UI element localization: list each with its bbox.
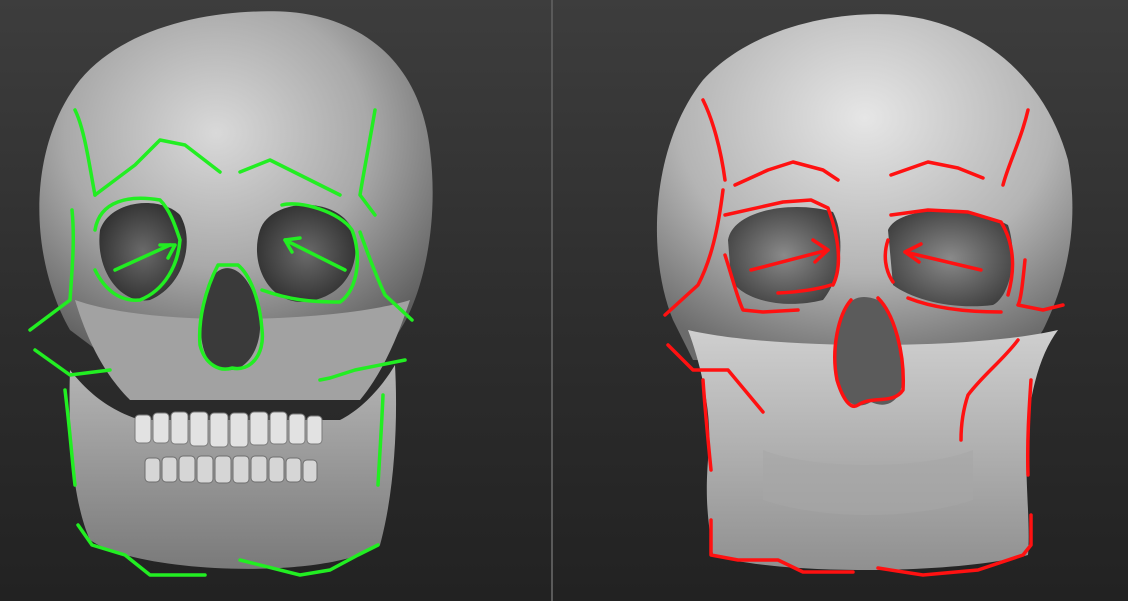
- reference-skull-render: [28, 11, 433, 577]
- sculpt-skull-render: [656, 14, 1073, 577]
- lower-teeth: [144, 455, 318, 484]
- upper-teeth: [134, 411, 323, 448]
- comparison-viewport: [0, 0, 1128, 601]
- right-eye-socket: [888, 210, 1013, 307]
- right-panel-sculpt-skull: [553, 0, 1128, 601]
- left-panel-reference-skull: [0, 0, 551, 601]
